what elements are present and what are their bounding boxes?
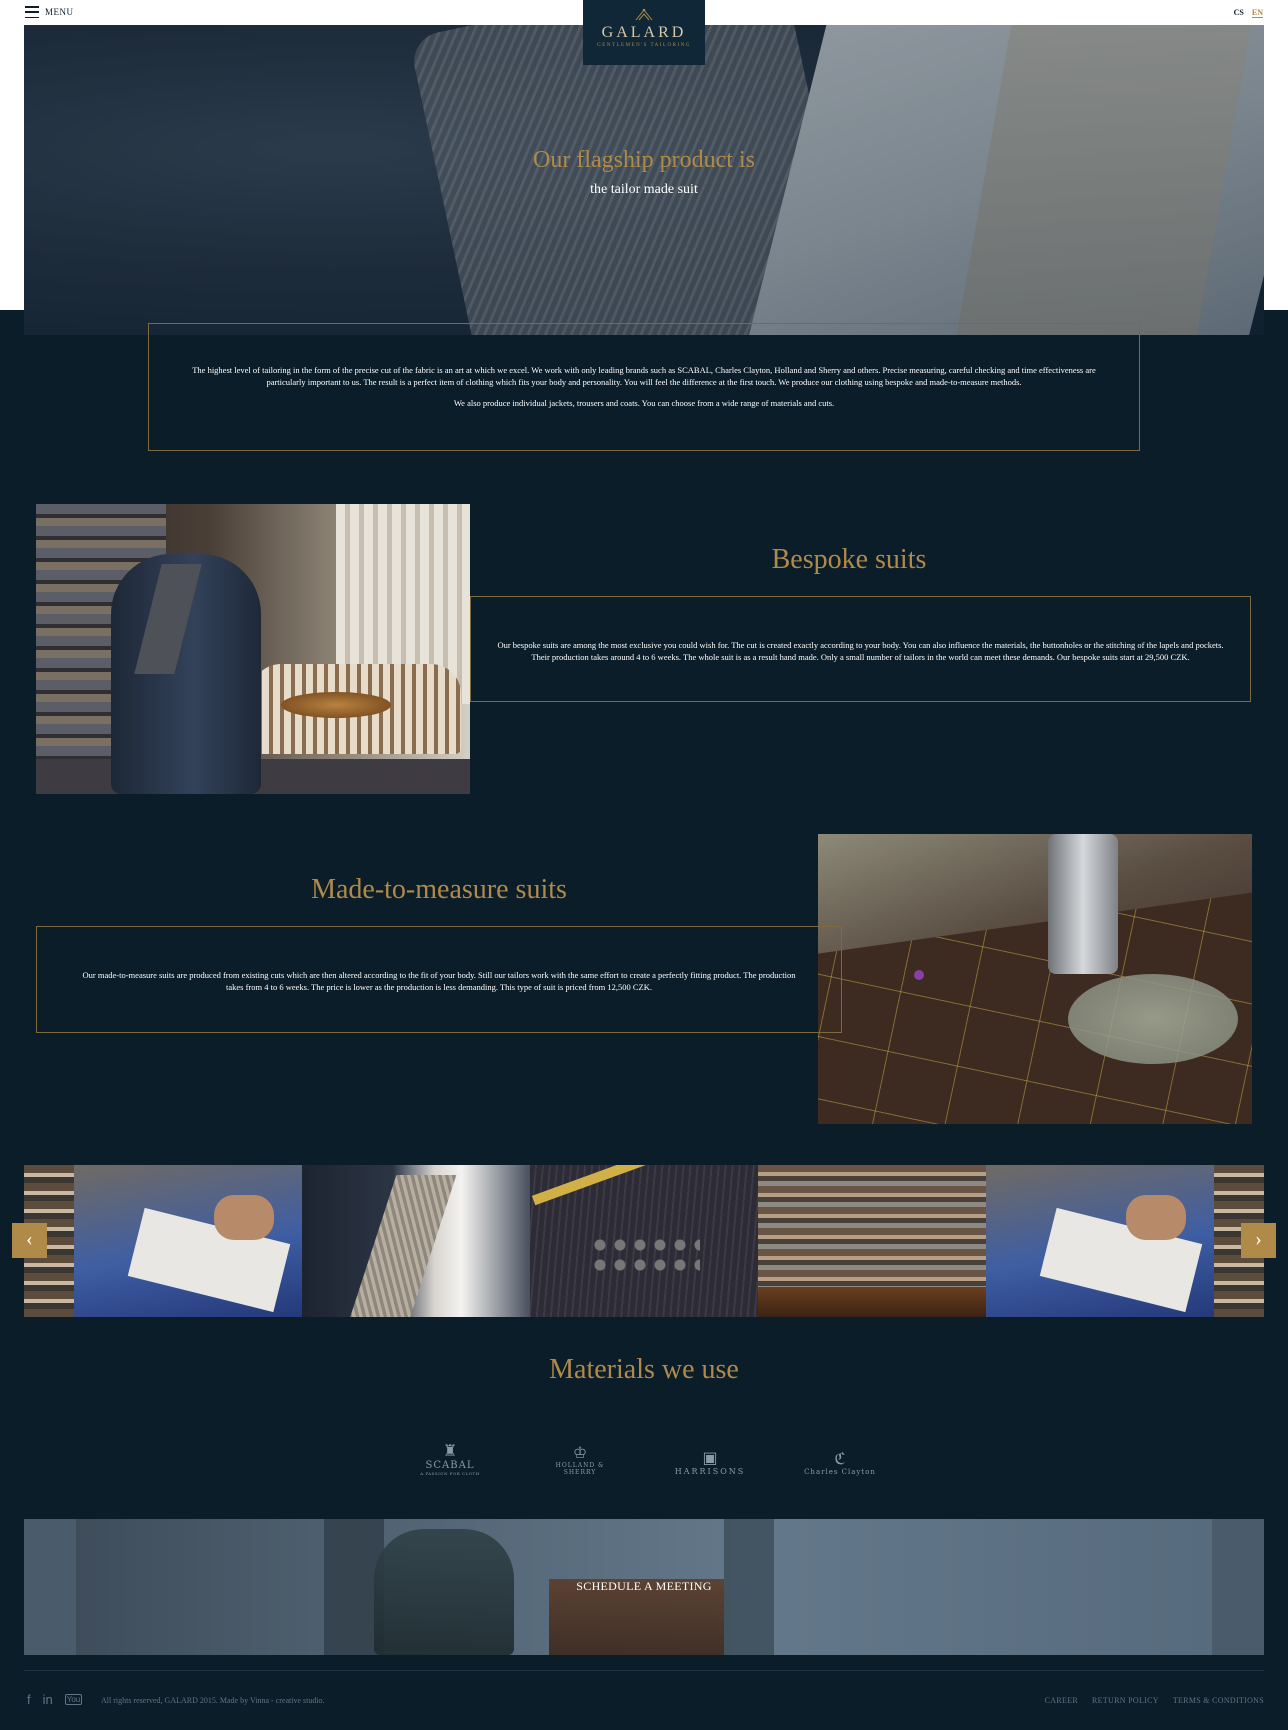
logo[interactable]: GALARD GENTLEMEN'S TAILORING bbox=[583, 0, 705, 65]
chevron-left-icon: ‹ bbox=[26, 1228, 33, 1250]
linkedin-icon[interactable]: in bbox=[43, 1692, 53, 1707]
schedule-banner: SCHEDULE A MEETING bbox=[24, 1519, 1264, 1655]
intro-paragraph: The highest level of tailoring in the fo… bbox=[192, 365, 1096, 387]
made-to-measure-title: Made-to-measure suits bbox=[311, 874, 567, 905]
carousel-prev-button[interactable]: ‹ bbox=[12, 1223, 47, 1258]
bespoke-photo bbox=[36, 504, 470, 794]
scabal-crest-icon: ♜ bbox=[442, 1441, 458, 1460]
brand-logos: ♜ SCABAL A PASSION FOR CLOTH ♔ HOLLAND &… bbox=[410, 1416, 880, 1477]
youtube-icon[interactable]: You bbox=[64, 1694, 83, 1705]
schedule-meeting-button[interactable]: SCHEDULE A MEETING bbox=[24, 1579, 1264, 1594]
bespoke-text-box: Our bespoke suits are among the most exc… bbox=[470, 596, 1251, 702]
footer-link-return-policy[interactable]: RETURN POLICY bbox=[1092, 1696, 1159, 1705]
logo-wordmark: GALARD bbox=[601, 24, 687, 41]
carousel-next-button[interactable]: › bbox=[1241, 1223, 1276, 1258]
chevron-right-icon: › bbox=[1255, 1228, 1262, 1250]
carousel-slide[interactable] bbox=[758, 1165, 986, 1317]
intro-paragraph: We also produce individual jackets, trou… bbox=[453, 398, 835, 408]
facebook-icon[interactable]: f bbox=[27, 1692, 31, 1707]
holland-sherry-crest-icon: ♔ bbox=[572, 1443, 588, 1462]
hero-title: Our flagship product is bbox=[533, 147, 755, 173]
crest-icon bbox=[635, 8, 653, 21]
hero-banner: Our flagship product is the tailor made … bbox=[24, 25, 1264, 335]
intro-box: The highest level of tailoring in the fo… bbox=[148, 323, 1140, 451]
menu-label: MENU bbox=[45, 7, 74, 17]
hero-subtitle: the tailor made suit bbox=[590, 182, 698, 197]
footer-links: CAREER RETURN POLICY TERMS & CONDITIONS bbox=[1045, 1696, 1264, 1705]
menu-button[interactable]: MENU bbox=[25, 6, 74, 18]
brand-logo-scabal: ♜ SCABAL A PASSION FOR CLOTH bbox=[410, 1441, 490, 1477]
social-links: f in You bbox=[27, 1692, 83, 1707]
carousel-slide[interactable] bbox=[986, 1165, 1214, 1317]
brand-logo-harrisons: ▣ HARRISONS bbox=[670, 1448, 750, 1477]
made-to-measure-text: Our made-to-measure suits are produced f… bbox=[82, 970, 796, 992]
footer-divider bbox=[24, 1670, 1264, 1671]
harrisons-h-icon: ▣ bbox=[702, 1448, 718, 1467]
hamburger-icon bbox=[25, 6, 39, 18]
lang-cs-link[interactable]: CS bbox=[1234, 8, 1244, 18]
logo-tagline: GENTLEMEN'S TAILORING bbox=[597, 43, 691, 48]
made-to-measure-text-box: Our made-to-measure suits are produced f… bbox=[36, 926, 842, 1033]
charles-clayton-c-icon: ℭ bbox=[834, 1449, 846, 1468]
photo-carousel bbox=[24, 1165, 1264, 1317]
carousel-slide[interactable] bbox=[302, 1165, 530, 1317]
carousel-slide[interactable] bbox=[74, 1165, 302, 1317]
made-to-measure-photo bbox=[818, 834, 1252, 1124]
brand-logo-holland-sherry: ♔ HOLLAND & SHERRY bbox=[540, 1443, 620, 1477]
lang-en-link[interactable]: EN bbox=[1251, 8, 1263, 18]
brand-logo-charles-clayton: ℭ Charles Clayton bbox=[800, 1449, 880, 1477]
copyright: All rights reserved, GALARD 2015. Made b… bbox=[101, 1696, 325, 1705]
materials-title: Materials we use bbox=[549, 1354, 739, 1385]
bespoke-text: Our bespoke suits are among the most exc… bbox=[497, 640, 1224, 662]
footer-link-terms[interactable]: TERMS & CONDITIONS bbox=[1173, 1696, 1264, 1705]
footer-link-career[interactable]: CAREER bbox=[1045, 1696, 1078, 1705]
carousel-slide[interactable] bbox=[530, 1165, 758, 1317]
bespoke-title: Bespoke suits bbox=[771, 544, 927, 575]
language-switcher: CS EN bbox=[1234, 8, 1263, 18]
